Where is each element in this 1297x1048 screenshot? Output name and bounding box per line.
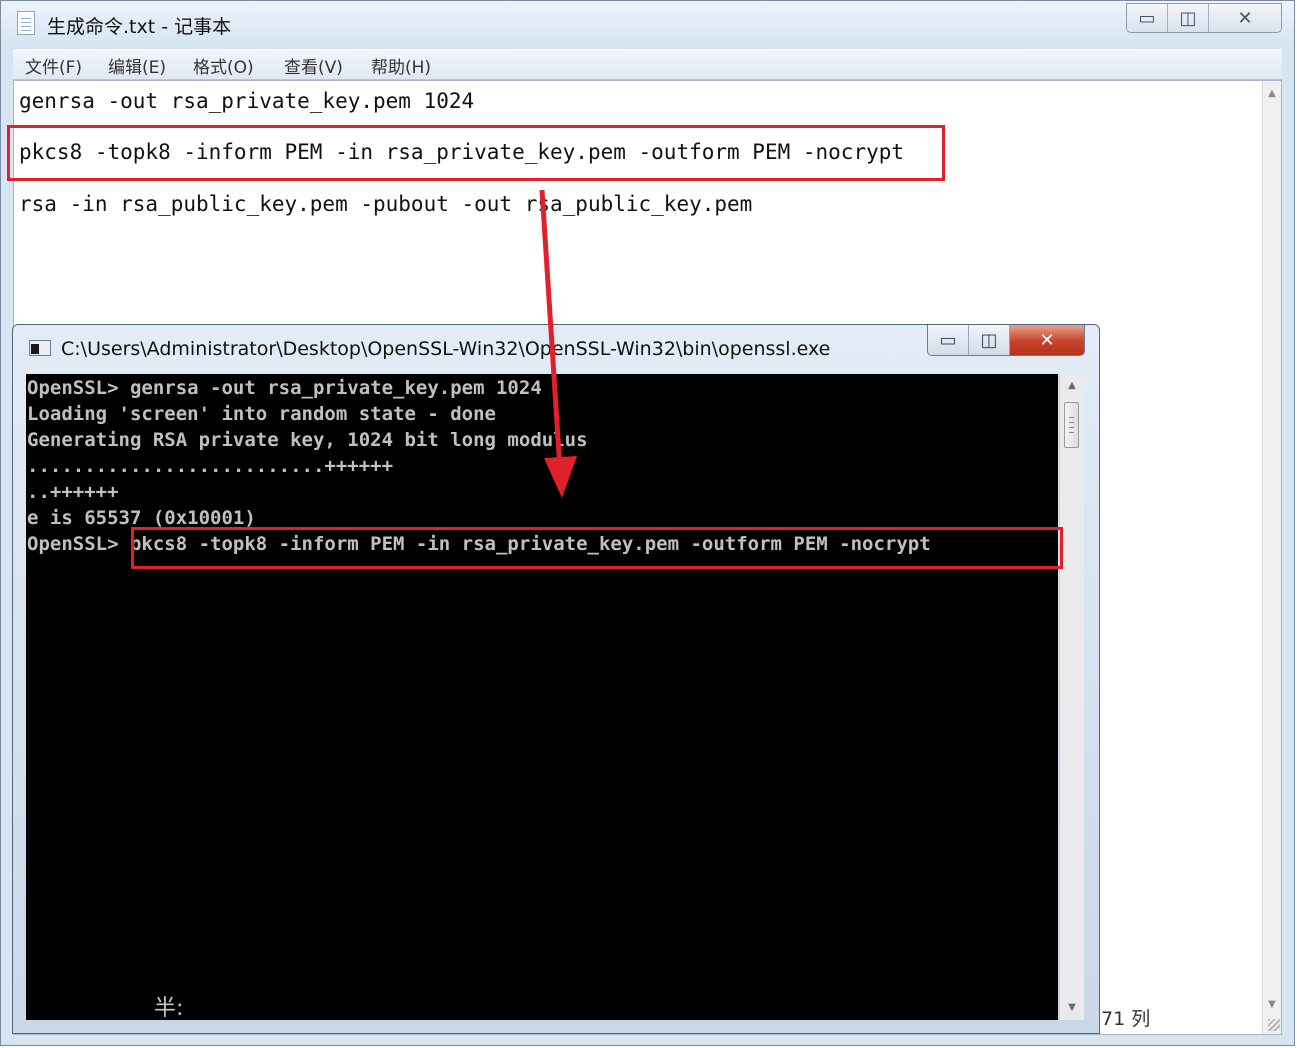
console-window: C:\Users\Administrator\Desktop\OpenSSL-W…	[12, 324, 1100, 1034]
notepad-titlebar[interactable]: 生成命令.txt - 记事本 ▭ ◫ ✕	[1, 1, 1294, 47]
notepad-line-3: rsa -in rsa_public_key.pem -pubout -out …	[19, 192, 753, 216]
console-close-button[interactable]: ✕	[1009, 325, 1084, 355]
scroll-down-arrow-icon[interactable]: ▼	[1263, 996, 1281, 1014]
notepad-window-controls: ▭ ◫ ✕	[1126, 3, 1282, 33]
console-minimize-button[interactable]: ▭	[928, 325, 968, 355]
notepad-document-icon	[17, 11, 35, 35]
minimize-button[interactable]: ▭	[1127, 4, 1167, 32]
highlight-box-console	[131, 527, 1063, 569]
resize-grip-icon[interactable]	[1268, 1019, 1280, 1031]
menu-edit[interactable]: 编辑(E)	[108, 53, 166, 78]
console-maximize-button[interactable]: ◫	[968, 325, 1009, 355]
console-line: ..++++++	[27, 481, 119, 503]
menu-help[interactable]: 帮助(H)	[371, 53, 431, 78]
console-scroll-thumb[interactable]	[1064, 402, 1079, 448]
console-line: OpenSSL> genrsa -out rsa_private_key.pem…	[27, 377, 542, 399]
console-app-icon	[29, 340, 51, 356]
console-line: ..........................++++++	[27, 455, 394, 477]
notepad-vertical-scrollbar[interactable]: ▲ ▼	[1262, 81, 1281, 1034]
notepad-menubar: 文件(F) 编辑(E) 格式(O) 查看(V) 帮助(H)	[13, 49, 1282, 80]
menu-view[interactable]: 查看(V)	[284, 53, 343, 78]
notepad-line-1: genrsa -out rsa_private_key.pem 1024	[19, 89, 475, 113]
menu-format[interactable]: 格式(O)	[193, 53, 254, 78]
scroll-up-arrow-icon[interactable]: ▲	[1263, 85, 1281, 103]
status-bar-column: 71 列	[1101, 1008, 1151, 1030]
console-output[interactable]: OpenSSL> genrsa -out rsa_private_key.pem…	[26, 374, 1058, 1021]
ime-indicator: 半:	[154, 996, 184, 1021]
maximize-button[interactable]: ◫	[1167, 4, 1208, 32]
highlight-box-notepad	[7, 125, 945, 181]
console-line: Loading 'screen' into random state - don…	[27, 403, 496, 425]
console-scroll-up-icon[interactable]: ▲	[1060, 376, 1084, 396]
console-scroll-down-icon[interactable]: ▼	[1060, 998, 1084, 1018]
menu-file[interactable]: 文件(F)	[25, 53, 82, 78]
console-title: C:\Users\Administrator\Desktop\OpenSSL-W…	[61, 338, 831, 360]
console-line: e is 65537 (0x10001)	[27, 507, 256, 529]
notepad-title: 生成命令.txt - 记事本	[47, 16, 232, 38]
console-window-controls: ▭ ◫ ✕	[927, 325, 1085, 356]
console-line: Generating RSA private key, 1024 bit lon…	[27, 429, 588, 451]
console-vertical-scrollbar[interactable]: ▲ ▼	[1059, 374, 1084, 1020]
close-button[interactable]: ✕	[1208, 4, 1281, 32]
